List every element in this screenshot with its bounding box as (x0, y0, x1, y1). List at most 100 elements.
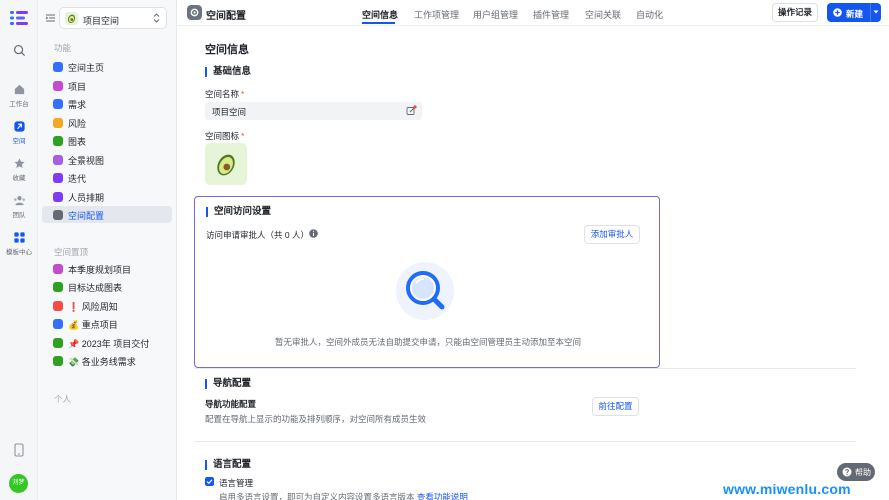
tab-space-info[interactable]: 空间信息 (362, 8, 398, 21)
nav-item-label: 全景视图 (68, 156, 105, 166)
new-button-label: 新建 (846, 9, 864, 19)
nav-item-icon (53, 155, 63, 165)
nav-item-label: 目标达成图表 (68, 283, 123, 293)
nav-item-label: 需求 (68, 100, 87, 110)
avocado-icon (217, 154, 235, 176)
pinned-item[interactable]: 目标达成图表 (42, 278, 172, 295)
pinned-item[interactable]: 本季度规划项目 (42, 260, 172, 277)
pinned-item[interactable]: 💰 重点项目 (42, 315, 172, 332)
page-title: 空间配置 (206, 11, 246, 22)
user-avatar[interactable]: 刘梦 (9, 474, 28, 493)
rail-workbench[interactable]: 工作台 (0, 83, 38, 108)
feature-doc-link[interactable]: 查看功能说明 (417, 492, 468, 500)
nav-item-icon (53, 136, 63, 146)
space-name: 项目空间 (83, 16, 120, 26)
caret-down-icon[interactable] (873, 9, 879, 15)
nav-item-label: 项目 (68, 82, 87, 92)
star-icon (13, 158, 25, 168)
home-icon (14, 84, 24, 95)
nav-item-label: 图表 (68, 137, 87, 147)
space-selector[interactable]: 项目空间 (59, 7, 167, 29)
rail-search[interactable] (0, 44, 38, 59)
access-settings-title: 空间访问设置 (206, 207, 271, 217)
language-manage-label: 语言管理 (219, 478, 254, 488)
avocado-icon (65, 12, 78, 25)
phone-icon[interactable] (13, 443, 25, 457)
language-checkbox[interactable] (205, 477, 214, 486)
rail-team[interactable]: 团队 (0, 194, 38, 219)
sidebar-item[interactable]: 图表 (42, 132, 172, 149)
rail-space-label: 空间 (12, 138, 26, 145)
pinned-item[interactable]: 💸 各业务线需求 (42, 352, 172, 369)
tab-workitem-manage[interactable]: 工作项管理 (414, 8, 459, 21)
team-icon (13, 196, 25, 206)
sidebar-item[interactable]: 需求 (42, 95, 172, 112)
nav-item-icon (53, 99, 63, 109)
group-title-pinned: 空间置顶 (54, 247, 89, 257)
space-name-field[interactable]: 项目空间 (205, 102, 422, 120)
sidebar-item[interactable]: 人员排期 (42, 188, 172, 205)
rail-space[interactable]: 空间 (0, 120, 38, 145)
search-icon (13, 44, 25, 57)
sidebar-item[interactable]: 全景视图 (42, 151, 172, 168)
collapse-sidebar-icon[interactable] (45, 13, 56, 23)
rail-favorite[interactable]: 收藏 (0, 157, 38, 182)
help-button[interactable]: 帮助 (837, 463, 875, 481)
sidebar-item[interactable]: 项目 (42, 77, 172, 94)
nav-config-title: 导航配置 (205, 379, 251, 389)
language-config-title: 语言配置 (205, 460, 251, 470)
app: 工作台 空间 收藏 团队 模板中心 刘梦 项目空间 功能 空间置顶 个人 空间主… (0, 0, 889, 500)
nav-item-label: 空间主页 (68, 63, 105, 73)
group-title-function: 功能 (54, 43, 72, 53)
rail-template-label: 模板中心 (6, 249, 32, 256)
nav-item-icon (53, 210, 63, 220)
access-settings-card: 空间访问设置 访问申请审批人（共 0 人） 添加审批人 暂无审批人，空间外成员无… (194, 196, 660, 368)
empty-search-illustration (396, 262, 454, 320)
nav-item-icon (53, 62, 63, 72)
sidebar-item[interactable]: 迭代 (42, 169, 172, 186)
tab-usergroup-manage[interactable]: 用户组管理 (473, 8, 518, 21)
logo-icon[interactable] (10, 10, 28, 26)
rail-template[interactable]: 模板中心 (0, 231, 38, 256)
tab-automation[interactable]: 自动化 (636, 8, 663, 21)
group-title-personal: 个人 (54, 394, 72, 404)
nav-item-icon (53, 319, 63, 329)
info-icon[interactable] (309, 229, 318, 238)
nav-item-label: ❗ 风险周知 (68, 302, 118, 312)
goto-config-button[interactable]: 前往配置 (592, 397, 639, 416)
icon-rail: 工作台 空间 收藏 团队 模板中心 刘梦 (0, 0, 38, 500)
tab-space-link[interactable]: 空间关联 (585, 8, 621, 21)
nav-item-icon (53, 173, 63, 183)
new-button-divider (870, 3, 871, 22)
nav-item-label: 📌 2023年 项目交付 (68, 339, 150, 349)
nav-item-label: 空间配置 (68, 211, 105, 221)
active-tab-indicator (362, 22, 395, 24)
operation-log-button[interactable]: 操作记录 (772, 3, 818, 22)
pinned-item[interactable]: ❗ 风险周知 (42, 297, 172, 314)
main-content: 空间信息 基础信息 空间名称 * 项目空间 空间图标 * 空间访问设置 访问申请审批… (177, 26, 889, 500)
space-icon-label: 空间图标 * (205, 131, 245, 141)
template-icon (13, 232, 25, 243)
nav-item-icon (53, 118, 63, 128)
top-bar: 空间配置 空间信息 工作项管理 用户组管理 插件管理 空间关联 自动化 操作记录… (177, 0, 889, 26)
edit-icon[interactable] (406, 105, 417, 116)
space-icon (13, 121, 25, 132)
space-icon-picker[interactable] (205, 143, 247, 185)
nav-item-icon (53, 282, 63, 292)
nav-item-label: 人员排期 (68, 193, 105, 203)
watermark: www.miwenlu.com (723, 481, 851, 497)
sidebar-item[interactable]: 空间配置 (42, 206, 172, 223)
rail-team-label: 团队 (12, 212, 26, 219)
nav-item-icon (53, 301, 63, 311)
tab-plugin-manage[interactable]: 插件管理 (533, 8, 569, 21)
sidebar-item[interactable]: 空间主页 (42, 58, 172, 75)
sidebar-item[interactable]: 风险 (42, 114, 172, 131)
add-approver-button[interactable]: 添加审批人 (584, 225, 640, 244)
help-label: 帮助 (855, 468, 871, 477)
nav-item-icon (53, 81, 63, 91)
nav-item-icon (53, 338, 63, 348)
basic-info-title: 基础信息 (205, 67, 251, 77)
pinned-item[interactable]: 📌 2023年 项目交付 (42, 334, 172, 351)
nav-item-icon (53, 264, 63, 274)
new-button[interactable]: 新建 (827, 3, 881, 22)
